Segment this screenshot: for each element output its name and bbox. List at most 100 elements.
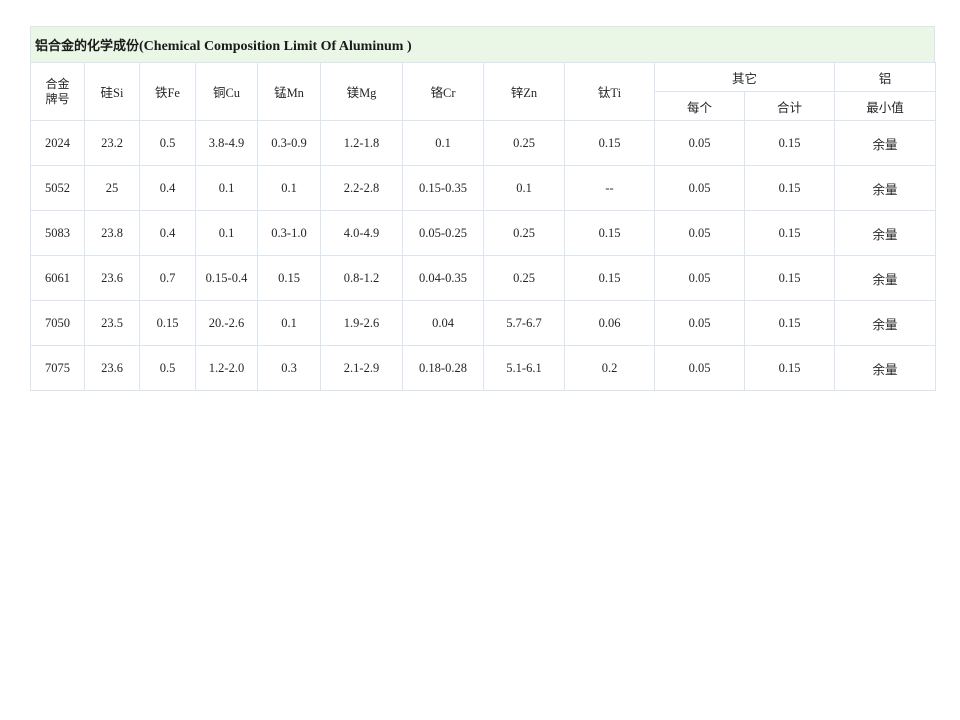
cell-titanium: 0.2 <box>564 345 655 391</box>
cell-chromium: 0.05-0.25 <box>402 210 484 256</box>
cell-silicon: 23.5 <box>84 300 140 346</box>
cell-alloy-grade: 5052 <box>30 165 85 211</box>
table-row: 5052 25 0.4 0.1 0.1 2.2-2.8 0.15-0.35 0.1 -- 0.05… <box>30 165 937 211</box>
cell-alloy-grade: 2024 <box>30 120 85 166</box>
table-row: 7075 23.6 0.5 1.2-2.0 0.3 2.1-2.9 0.18-0.28 5.1… <box>30 345 937 391</box>
cell-iron: 0.5 <box>139 120 196 166</box>
cell-copper: 0.15-0.4 <box>195 255 258 301</box>
table-row: 7050 23.5 0.15 20.-2.6 0.1 1.9-2.6 0.04 5.7-6.7… <box>30 300 937 346</box>
cell-iron: 0.15 <box>139 300 196 346</box>
cell-magnesium: 4.0-4.9 <box>320 210 403 256</box>
table-header: 合金 牌号 硅Si 铁Fe 铜Cu 锰Mn 镁Mg 铬Cr 锌Zn 钛Ti 其它… <box>30 62 937 121</box>
cell-aluminum-min: 余量 <box>834 165 937 211</box>
cell-silicon: 25 <box>84 165 140 211</box>
cell-alloy-grade: 7050 <box>30 300 85 346</box>
cell-manganese: 0.1 <box>257 165 321 211</box>
cell-others-total: 0.15 <box>743 120 836 166</box>
header-alloy-grade-line1: 合金 <box>45 76 70 91</box>
header-aluminum-min: 最小值 <box>834 91 937 121</box>
cell-others-each: 0.05 <box>654 345 745 391</box>
cell-alloy-grade: 5083 <box>30 210 85 256</box>
cell-chromium: 0.04-0.35 <box>402 255 484 301</box>
cell-alloy-grade: 7075 <box>30 345 85 391</box>
cell-chromium: 0.1 <box>402 120 484 166</box>
header-alloy-grade: 合金 牌号 <box>30 62 85 121</box>
cell-copper: 0.1 <box>195 210 258 256</box>
cell-titanium: 0.15 <box>564 120 655 166</box>
cell-manganese: 0.15 <box>257 255 321 301</box>
cell-aluminum-min: 余量 <box>834 210 937 256</box>
cell-titanium: 0.15 <box>564 210 655 256</box>
header-zinc: 锌Zn <box>483 62 565 121</box>
cell-others-total: 0.15 <box>743 345 836 391</box>
table-title-band: 铝合金的化学成份(Chemical Composition Limit Of A… <box>30 26 935 62</box>
header-others-total: 合计 <box>743 91 836 121</box>
header-copper: 铜Cu <box>195 62 258 121</box>
header-row-primary: 合金 牌号 硅Si 铁Fe 铜Cu 锰Mn 镁Mg 铬Cr 锌Zn 钛Ti 其它… <box>30 62 937 121</box>
aluminum-composition-table: 合金 牌号 硅Si 铁Fe 铜Cu 锰Mn 镁Mg 铬Cr 锌Zn 钛Ti 其它… <box>30 62 937 391</box>
table-row: 2024 23.2 0.5 3.8-4.9 0.3-0.9 1.2-1.8 0.1 0.25 0… <box>30 120 937 166</box>
cell-others-each: 0.05 <box>654 210 745 256</box>
cell-silicon: 23.8 <box>84 210 140 256</box>
cell-magnesium: 2.1-2.9 <box>320 345 403 391</box>
cell-iron: 0.4 <box>139 165 196 211</box>
header-others-group: 其它 <box>653 62 836 92</box>
cell-silicon: 23.6 <box>84 345 140 391</box>
cell-zinc: 0.1 <box>483 165 565 211</box>
cell-others-each: 0.05 <box>654 255 745 301</box>
header-alloy-grade-line2: 牌号 <box>45 91 70 106</box>
cell-iron: 0.4 <box>139 210 196 256</box>
header-manganese: 锰Mn <box>257 62 321 121</box>
header-chromium: 铬Cr <box>402 62 484 121</box>
cell-titanium: 0.15 <box>564 255 655 301</box>
cell-titanium: 0.06 <box>564 300 655 346</box>
header-silicon: 硅Si <box>84 62 140 121</box>
cell-others-each: 0.05 <box>654 165 745 211</box>
cell-others-total: 0.15 <box>743 255 836 301</box>
cell-aluminum-min: 余量 <box>834 120 937 166</box>
cell-zinc: 0.25 <box>483 255 565 301</box>
table-body: 2024 23.2 0.5 3.8-4.9 0.3-0.9 1.2-1.8 0.1 0.25 0… <box>30 120 937 391</box>
cell-magnesium: 2.2-2.8 <box>320 165 403 211</box>
cell-manganese: 0.1 <box>257 300 321 346</box>
cell-titanium: -- <box>564 165 655 211</box>
cell-manganese: 0.3 <box>257 345 321 391</box>
cell-copper: 3.8-4.9 <box>195 120 258 166</box>
table-row: 6061 23.6 0.7 0.15-0.4 0.15 0.8-1.2 0.04-0.35 0… <box>30 255 937 301</box>
page-title-english: (Chemical Composition Limit Of Aluminum … <box>139 38 412 54</box>
header-titanium: 钛Ti <box>564 62 655 121</box>
cell-others-each: 0.05 <box>654 300 745 346</box>
cell-chromium: 0.18-0.28 <box>402 345 484 391</box>
cell-magnesium: 1.9-2.6 <box>320 300 403 346</box>
cell-iron: 0.5 <box>139 345 196 391</box>
page-title: 铝合金的化学成份(Chemical Composition Limit Of A… <box>35 35 412 55</box>
cell-copper: 0.1 <box>195 165 258 211</box>
cell-copper: 20.-2.6 <box>195 300 258 346</box>
cell-manganese: 0.3-1.0 <box>257 210 321 256</box>
header-aluminum-group: 铝 <box>834 62 937 92</box>
header-others-each: 每个 <box>654 91 745 121</box>
cell-chromium: 0.15-0.35 <box>402 165 484 211</box>
cell-aluminum-min: 余量 <box>834 300 937 346</box>
cell-zinc: 0.25 <box>483 120 565 166</box>
cell-iron: 0.7 <box>139 255 196 301</box>
cell-zinc: 0.25 <box>483 210 565 256</box>
cell-copper: 1.2-2.0 <box>195 345 258 391</box>
cell-magnesium: 0.8-1.2 <box>320 255 403 301</box>
cell-zinc: 5.7-6.7 <box>483 300 565 346</box>
cell-manganese: 0.3-0.9 <box>257 120 321 166</box>
cell-alloy-grade: 6061 <box>30 255 85 301</box>
cell-silicon: 23.6 <box>84 255 140 301</box>
page-title-chinese: 铝合金的化学成份 <box>35 38 140 54</box>
cell-zinc: 5.1-6.1 <box>483 345 565 391</box>
cell-chromium: 0.04 <box>402 300 484 346</box>
cell-others-total: 0.15 <box>743 165 836 211</box>
cell-others-total: 0.15 <box>743 300 836 346</box>
spreadsheet-area: 铝合金的化学成份(Chemical Composition Limit Of A… <box>30 26 937 391</box>
header-magnesium: 镁Mg <box>320 62 403 121</box>
cell-magnesium: 1.2-1.8 <box>320 120 403 166</box>
cell-aluminum-min: 余量 <box>834 345 937 391</box>
cell-aluminum-min: 余量 <box>834 255 937 301</box>
header-iron: 铁Fe <box>139 62 196 121</box>
cell-others-each: 0.05 <box>654 120 745 166</box>
